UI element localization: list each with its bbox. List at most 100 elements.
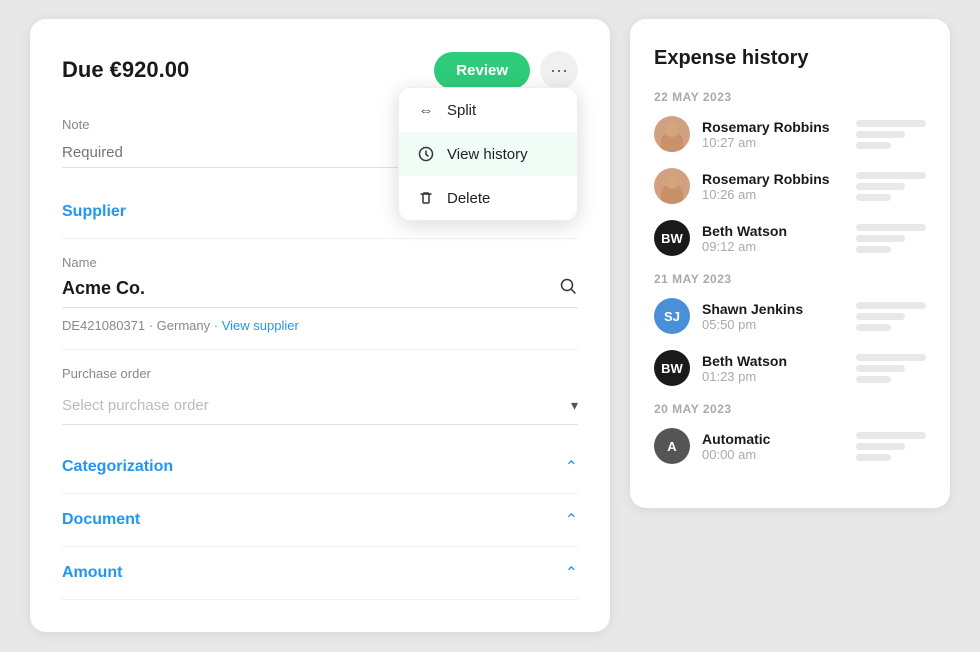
history-time: 09:12 am: [702, 239, 844, 254]
history-bar: [856, 235, 905, 242]
avatar: [654, 168, 690, 204]
more-dots-icon: ···: [550, 60, 568, 81]
supplier-title[interactable]: Supplier: [62, 203, 126, 221]
history-item: A Automatic00:00 am: [654, 428, 926, 464]
history-bar: [856, 376, 891, 383]
po-row[interactable]: Select purchase order ▾: [62, 387, 578, 425]
history-item: BW Beth Watson09:12 am: [654, 220, 926, 256]
history-item: SJ Shawn Jenkins05:50 pm: [654, 298, 926, 334]
view-history-label: View history: [447, 146, 528, 163]
avatar: SJ: [654, 298, 690, 334]
history-time: 00:00 am: [702, 447, 844, 462]
history-bar-group: [856, 354, 926, 383]
history-bar-group: [856, 302, 926, 331]
history-info: Beth Watson01:23 pm: [702, 353, 844, 384]
delete-item[interactable]: Delete: [399, 176, 577, 220]
main-card: Due €920.00 Review ··· ⇔ Split: [30, 19, 610, 632]
history-bar-group: [856, 120, 926, 149]
supplier-meta: DE421080371 · Germany · View supplier: [62, 318, 578, 333]
dropdown-menu: ⇔ Split View history Delete: [398, 87, 578, 221]
history-bar-group: [856, 224, 926, 253]
categorization-title[interactable]: Categorization: [62, 458, 173, 476]
document-section: Document ⌃: [62, 494, 578, 547]
history-bar-group: [856, 172, 926, 201]
chevron-up-icon3: ⌃: [565, 512, 578, 529]
document-title[interactable]: Document: [62, 511, 140, 529]
history-info: Rosemary Robbins10:26 am: [702, 171, 844, 202]
split-label: Split: [447, 102, 476, 119]
history-name: Rosemary Robbins: [702, 171, 844, 187]
header-actions: Review ···: [434, 51, 578, 89]
history-info: Automatic00:00 am: [702, 431, 844, 462]
card-header: Due €920.00 Review ···: [62, 51, 578, 89]
date-group: 20 MAY 2023 A Automatic00:00 am: [654, 402, 926, 464]
history-bar-group: [856, 432, 926, 461]
amount-toggle[interactable]: ⌃: [565, 563, 578, 583]
avatar: BW: [654, 350, 690, 386]
view-supplier-link[interactable]: View supplier: [222, 318, 299, 333]
chevron-up-icon4: ⌃: [565, 565, 578, 582]
trash-icon: [417, 189, 435, 207]
history-info: Shawn Jenkins05:50 pm: [702, 301, 844, 332]
clock-icon: [417, 145, 435, 163]
categorization-toggle[interactable]: ⌃: [565, 457, 578, 477]
date-label: 20 MAY 2023: [654, 402, 926, 416]
history-name: Automatic: [702, 431, 844, 447]
split-item[interactable]: ⇔ Split: [399, 88, 577, 132]
supplier-name: Acme Co.: [62, 278, 145, 299]
history-bar: [856, 246, 891, 253]
history-name: Beth Watson: [702, 353, 844, 369]
avatar: BW: [654, 220, 690, 256]
history-bar: [856, 131, 905, 138]
history-bar: [856, 354, 926, 361]
categorization-section: Categorization ⌃: [62, 441, 578, 494]
history-bar: [856, 142, 891, 149]
more-button[interactable]: ···: [540, 51, 578, 89]
supplier-details: Name Acme Co. DE421080371 · Germany · Vi…: [62, 239, 578, 350]
date-label: 22 MAY 2023: [654, 90, 926, 104]
history-item: Rosemary Robbins10:26 am: [654, 168, 926, 204]
history-time: 05:50 pm: [702, 317, 844, 332]
po-field-group: Purchase order Select purchase order ▾: [62, 366, 578, 425]
history-item: BW Beth Watson01:23 pm: [654, 350, 926, 386]
date-group: 22 MAY 2023Rosemary Robbins10:27 amRosem…: [654, 90, 926, 256]
history-info: Rosemary Robbins10:27 am: [702, 119, 844, 150]
date-label: 21 MAY 2023: [654, 272, 926, 286]
avatar: [654, 116, 690, 152]
view-history-item[interactable]: View history: [399, 132, 577, 176]
history-bar: [856, 432, 926, 439]
amount-title[interactable]: Amount: [62, 564, 122, 582]
history-bar: [856, 172, 926, 179]
review-button[interactable]: Review: [434, 52, 530, 89]
delete-label: Delete: [447, 190, 490, 207]
history-bar: [856, 120, 926, 127]
history-time: 01:23 pm: [702, 369, 844, 384]
history-bar: [856, 313, 905, 320]
history-time: 10:26 am: [702, 187, 844, 202]
document-toggle[interactable]: ⌃: [565, 510, 578, 530]
history-bar: [856, 365, 905, 372]
history-info: Beth Watson09:12 am: [702, 223, 844, 254]
supplier-name-row: Acme Co.: [62, 276, 578, 308]
chevron-up-icon2: ⌃: [565, 459, 578, 476]
history-bar: [856, 194, 891, 201]
history-name: Shawn Jenkins: [702, 301, 844, 317]
amount-section: Amount ⌃: [62, 547, 578, 600]
history-bar: [856, 454, 891, 461]
history-bar: [856, 443, 905, 450]
history-bar: [856, 183, 905, 190]
history-groups: 22 MAY 2023Rosemary Robbins10:27 amRosem…: [654, 90, 926, 464]
history-panel: Expense history 22 MAY 2023Rosemary Robb…: [630, 19, 950, 508]
history-bar: [856, 302, 926, 309]
avatar: A: [654, 428, 690, 464]
po-placeholder: Select purchase order: [62, 397, 209, 414]
history-time: 10:27 am: [702, 135, 844, 150]
search-icon[interactable]: [558, 276, 578, 301]
date-group: 21 MAY 2023 SJ Shawn Jenkins05:50 pm BW Beth…: [654, 272, 926, 386]
split-icon: ⇔: [417, 101, 435, 119]
history-bar: [856, 224, 926, 231]
history-item: Rosemary Robbins10:27 am: [654, 116, 926, 152]
history-name: Rosemary Robbins: [702, 119, 844, 135]
name-label: Name: [62, 255, 578, 270]
po-chevron-icon: ▾: [571, 397, 578, 414]
